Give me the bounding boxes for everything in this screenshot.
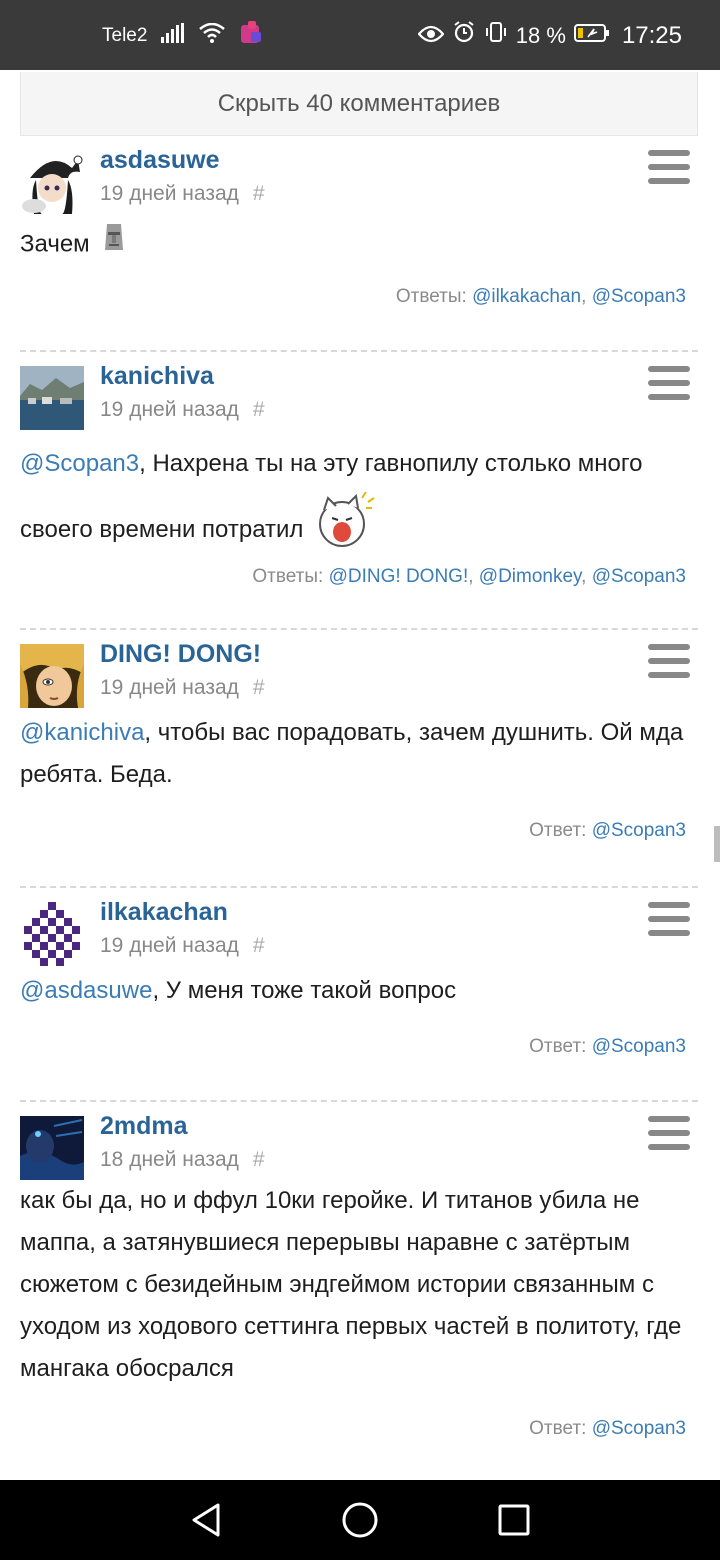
avatar[interactable] xyxy=(20,902,84,966)
carrier-label: Tele2 xyxy=(102,24,148,46)
avatar[interactable] xyxy=(20,644,84,708)
comment-author[interactable]: kanichiva xyxy=(100,362,214,391)
moai-emoji-icon xyxy=(102,222,126,268)
comment-item: 2mdma 18 дней назад # как бы да, но и фф… xyxy=(20,1112,698,1472)
comment-text: Зачем xyxy=(20,222,698,268)
comment-body: как бы да, но и ффул 10ки геройке. И тит… xyxy=(20,1187,682,1382)
permalink-hash[interactable]: # xyxy=(253,182,265,206)
scrollbar-thumb[interactable] xyxy=(714,826,720,862)
hide-comments-button[interactable]: Скрыть 40 комментариев xyxy=(20,72,698,136)
comment-item: kanichiva 19 дней назад # @Scopan3, Нахр… xyxy=(20,362,698,602)
permalink-hash[interactable]: # xyxy=(253,1148,265,1172)
replies-label: Ответ: xyxy=(529,820,587,841)
reply-link[interactable]: @Scopan3 xyxy=(592,566,686,587)
reply-link[interactable]: @Scopan3 xyxy=(592,1036,686,1057)
mention-link[interactable]: @asdasuwe xyxy=(20,977,152,1004)
hamburger-menu-icon[interactable] xyxy=(648,1116,690,1150)
comment-meta: 19 дней назад # xyxy=(100,676,265,700)
comment-time[interactable]: 19 дней назад xyxy=(100,398,239,422)
signal-icon xyxy=(161,22,185,50)
comment-author[interactable]: DING! DONG! xyxy=(100,640,261,669)
replies-label: Ответ: xyxy=(529,1036,587,1057)
clock: 17:25 xyxy=(621,21,682,49)
comment-author[interactable]: ilkakachan xyxy=(100,898,228,927)
replies-line: Ответ: @Scopan3 xyxy=(529,1036,686,1058)
comment-time[interactable]: 18 дней назад xyxy=(100,1148,239,1172)
battery-icon xyxy=(573,22,610,50)
replies-line: Ответ: @Scopan3 xyxy=(529,820,686,842)
comment-item: asdasuwe 19 дней назад # Зачем Ответы: @… xyxy=(20,146,698,336)
comment-text: @Scopan3, Нахрена ты на эту гавнопилу ст… xyxy=(20,438,698,571)
comment-divider xyxy=(20,628,698,630)
comment-meta: 18 дней назад # xyxy=(100,1148,265,1172)
avatar[interactable] xyxy=(20,366,84,430)
mention-link[interactable]: @kanichiva xyxy=(20,719,144,746)
home-icon[interactable] xyxy=(338,1498,382,1542)
replies-label: Ответы: xyxy=(252,566,324,587)
vibrate-icon xyxy=(484,20,508,51)
comments-section: Скрыть 40 комментариев asdasuwe 19 дней … xyxy=(0,70,720,1480)
comment-time[interactable]: 19 дней назад xyxy=(100,934,239,958)
comment-text: @kanichiva, чтобы вас порадовать, зачем … xyxy=(20,712,698,796)
reply-link[interactable]: @DING! DONG! xyxy=(329,566,469,587)
replies-line: Ответы: @ilkakachan, @Scopan3 xyxy=(395,286,686,307)
alarm-icon xyxy=(452,20,476,51)
replies-line: Ответы: @DING! DONG!, @Dimonkey, @Scopan… xyxy=(252,566,686,587)
reply-link[interactable]: @ilkakachan xyxy=(472,286,581,307)
comment-item: DING! DONG! 19 дней назад # @kanichiva, … xyxy=(20,640,698,860)
comment-author[interactable]: asdasuwe xyxy=(100,146,220,175)
reply-link[interactable]: @Scopan3 xyxy=(592,286,686,307)
comment-divider xyxy=(20,350,698,352)
comment-body: , У меня тоже такой вопрос xyxy=(152,977,457,1004)
comment-item: ilkakachan 19 дней назад # @asdasuwe, У … xyxy=(20,898,698,1078)
shouting-cat-sticker-icon xyxy=(312,490,376,571)
status-left: Tele2 xyxy=(102,20,263,51)
comment-text: как бы да, но и ффул 10ки геройке. И тит… xyxy=(20,1180,698,1390)
status-bar: Tele2 18 % 17:25 xyxy=(0,0,720,70)
comment-divider xyxy=(20,886,698,888)
app-icon xyxy=(239,20,263,51)
hamburger-menu-icon[interactable] xyxy=(648,902,690,936)
hamburger-menu-icon[interactable] xyxy=(648,644,690,678)
replies-label: Ответ: xyxy=(529,1418,587,1439)
replies-line: Ответ: @Scopan3 xyxy=(529,1418,686,1440)
reply-link[interactable]: @Scopan3 xyxy=(592,820,686,841)
battery-percent: 18 % xyxy=(515,22,566,48)
comment-meta: 19 дней назад # xyxy=(100,398,265,422)
comment-body: Зачем xyxy=(20,230,90,258)
hamburger-menu-icon[interactable] xyxy=(648,150,690,184)
comment-time[interactable]: 19 дней назад xyxy=(100,182,239,206)
mention-link[interactable]: @Scopan3 xyxy=(20,450,139,477)
avatar[interactable] xyxy=(20,150,84,214)
permalink-hash[interactable]: # xyxy=(253,398,265,422)
reply-link[interactable]: @Scopan3 xyxy=(592,1418,686,1439)
hamburger-menu-icon[interactable] xyxy=(648,366,690,400)
comment-meta: 19 дней назад # xyxy=(100,182,265,206)
comment-author[interactable]: 2mdma xyxy=(100,1112,188,1141)
navigation-bar xyxy=(0,1480,720,1560)
back-icon[interactable] xyxy=(184,1498,228,1542)
recents-icon[interactable] xyxy=(492,1498,536,1542)
permalink-hash[interactable]: # xyxy=(253,676,265,700)
comment-time[interactable]: 19 дней назад xyxy=(100,676,239,700)
eye-icon xyxy=(417,22,445,50)
status-right: 18 % 17:25 xyxy=(417,20,682,51)
comment-meta: 19 дней назад # xyxy=(100,934,265,958)
comment-text: @asdasuwe, У меня тоже такой вопрос xyxy=(20,970,698,1012)
wifi-icon xyxy=(199,22,226,50)
reply-link[interactable]: @Dimonkey xyxy=(479,566,581,587)
permalink-hash[interactable]: # xyxy=(253,934,265,958)
comment-divider xyxy=(20,1100,698,1102)
replies-label: Ответы: xyxy=(395,286,467,307)
avatar[interactable] xyxy=(20,1116,84,1180)
